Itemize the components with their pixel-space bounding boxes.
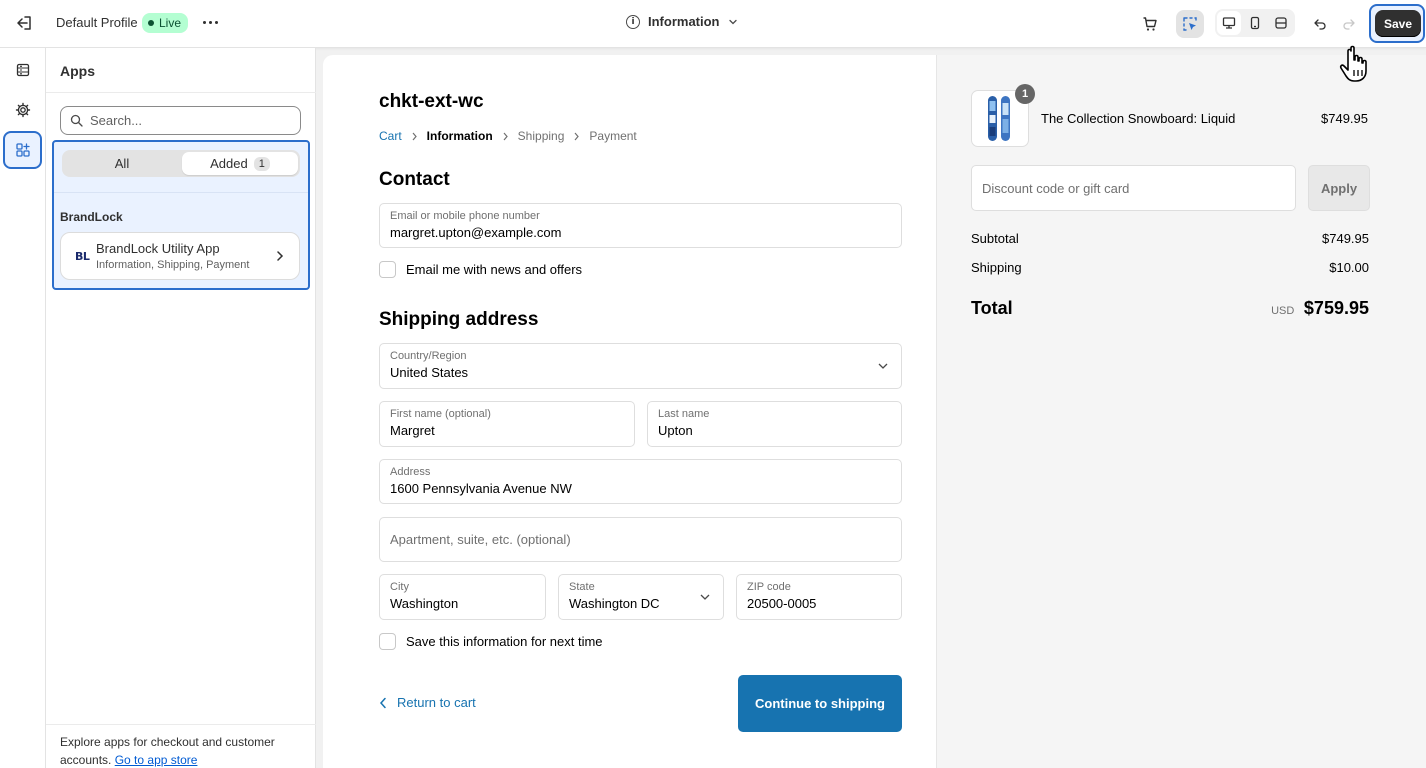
product-price: $749.95 (1321, 111, 1368, 126)
chevron-right-icon (574, 132, 580, 140)
shipping-row: Shipping $10.00 (971, 260, 1369, 275)
app-list-item[interactable]: BL BrandLock Utility App Information, Sh… (60, 232, 300, 280)
shipping-label: Shipping (971, 260, 1022, 275)
status-badge: Live (142, 13, 189, 33)
app-filter-tabs: All Added 1 (62, 150, 300, 177)
search-placeholder: Search... (90, 113, 143, 128)
total-row: Total USD $759.95 (971, 298, 1369, 319)
apps-panel: Apps Search... All Added 1 BrandLock BL … (46, 48, 316, 768)
panel-footer: Explore apps for checkout and customer a… (46, 724, 316, 768)
chevron-right-icon (503, 132, 508, 140)
last-name-field[interactable]: Last name Upton (647, 401, 902, 447)
breadcrumb-information: Information (426, 129, 493, 143)
status-badge-label: Live (159, 16, 182, 30)
app-group-label: BrandLock (60, 210, 123, 224)
news-checkbox[interactable]: Email me with news and offers (379, 261, 582, 278)
app-targets: Information, Shipping, Payment (96, 259, 250, 271)
sections-icon[interactable] (5, 52, 41, 88)
search-icon (70, 114, 83, 127)
contact-heading: Contact (379, 169, 450, 190)
country-select[interactable]: Country/Region United States (379, 343, 902, 389)
tab-added[interactable]: Added 1 (182, 152, 298, 175)
save-button-highlight: Save (1369, 4, 1425, 43)
viewport-toggle (1215, 9, 1295, 37)
pointer-cursor-icon (1337, 44, 1371, 84)
divider (46, 92, 316, 93)
shipping-value: $10.00 (1329, 260, 1369, 275)
subtotal-value: $749.95 (1322, 231, 1369, 246)
profile-name[interactable]: Default Profile (56, 15, 138, 30)
order-summary: 1 The Collection Snowboard: Liquid $749.… (936, 55, 1426, 768)
live-dot-icon (148, 20, 154, 26)
discount-code-input[interactable]: Discount code or gift card (971, 165, 1296, 211)
divider (54, 192, 308, 193)
breadcrumb-cart[interactable]: Cart (379, 129, 402, 143)
inspector-icon[interactable] (1176, 10, 1204, 38)
more-icon[interactable] (200, 12, 220, 32)
city-field[interactable]: City Washington (379, 574, 546, 620)
chevron-down-icon (700, 594, 710, 600)
page-selector[interactable]: i Information (626, 14, 738, 29)
chevron-down-icon (878, 363, 888, 369)
count-badge: 1 (253, 156, 270, 171)
subtotal-label: Subtotal (971, 231, 1019, 246)
continue-to-shipping-button[interactable]: Continue to shipping (738, 675, 902, 732)
app-store-link[interactable]: Go to app store (115, 753, 198, 767)
return-to-cart-link[interactable]: Return to cart (379, 695, 476, 710)
app-name: BrandLock Utility App (96, 241, 220, 256)
zip-field[interactable]: ZIP code 20500-0005 (736, 574, 902, 620)
chevron-left-icon (379, 697, 386, 708)
chevron-down-icon (728, 19, 737, 24)
shipping-heading: Shipping address (379, 309, 539, 330)
first-name-field[interactable]: First name (optional) Margret (379, 401, 635, 447)
chevron-right-icon (412, 132, 417, 140)
cart-icon[interactable] (1136, 10, 1164, 38)
chevron-right-icon (277, 251, 284, 261)
selected-app-region: All Added 1 BrandLock BL BrandLock Utili… (52, 140, 310, 290)
left-rail (0, 48, 46, 768)
mobile-icon[interactable] (1243, 11, 1267, 35)
undo-icon[interactable] (1306, 10, 1334, 38)
apps-icon[interactable] (3, 131, 42, 169)
top-bar: Default Profile Live i Information Save (0, 0, 1426, 48)
checkbox[interactable] (379, 261, 396, 278)
total-label: Total (971, 298, 1013, 318)
checkbox[interactable] (379, 633, 396, 650)
subtotal-row: Subtotal $749.95 (971, 231, 1369, 246)
tab-all[interactable]: All (64, 152, 180, 175)
page-selector-label: Information (648, 14, 720, 29)
product-name: The Collection Snowboard: Liquid (1041, 111, 1236, 126)
info-icon: i (626, 14, 640, 29)
app-logo: BL (75, 250, 90, 263)
fullscreen-icon[interactable] (1269, 11, 1293, 35)
settings-icon[interactable] (5, 92, 41, 128)
currency-code: USD (1271, 305, 1295, 317)
breadcrumb-shipping: Shipping (517, 129, 565, 143)
address-field[interactable]: Address 1600 Pennsylvania Avenue NW (379, 459, 902, 504)
apply-button[interactable]: Apply (1308, 165, 1370, 211)
redo-icon[interactable] (1335, 10, 1363, 38)
breadcrumb: Cart Information Shipping Payment (379, 129, 637, 143)
desktop-icon[interactable] (1217, 11, 1241, 35)
email-field[interactable]: Email or mobile phone number margret.upt… (379, 203, 902, 248)
shop-name: chkt-ext-wc (379, 91, 484, 112)
panel-title: Apps (60, 63, 95, 79)
exit-icon[interactable] (14, 13, 34, 33)
state-select[interactable]: State Washington DC (558, 574, 724, 620)
save-info-checkbox[interactable]: Save this information for next time (379, 633, 603, 650)
quantity-badge: 1 (1015, 84, 1035, 104)
save-button[interactable]: Save (1375, 10, 1421, 37)
checkout-preview: chkt-ext-wc Cart Information Shipping Pa… (323, 55, 1426, 768)
breadcrumb-payment: Payment (589, 129, 637, 143)
apartment-field[interactable]: Apartment, suite, etc. (optional) (379, 517, 902, 562)
total-value: $759.95 (1303, 298, 1369, 318)
search-input[interactable]: Search... (60, 106, 301, 135)
